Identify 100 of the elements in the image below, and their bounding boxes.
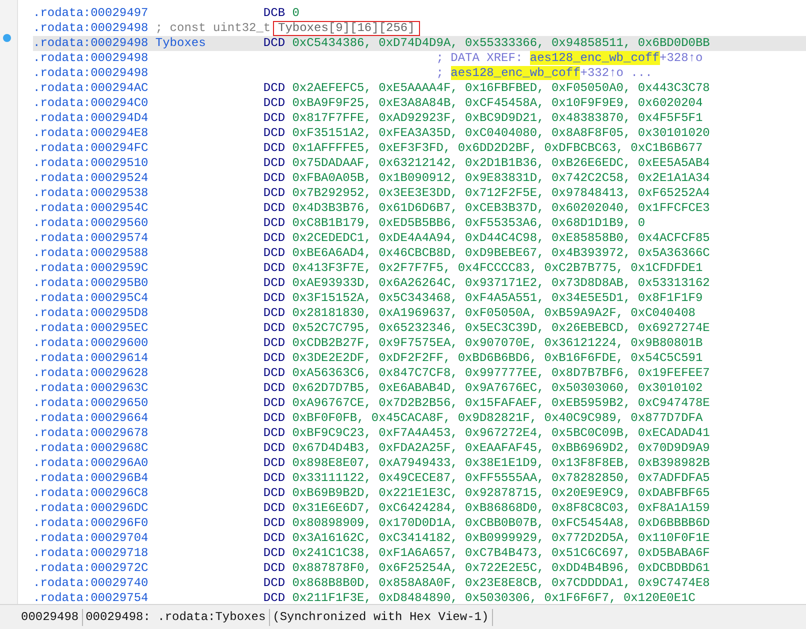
directive: DCD [263,156,286,171]
directive: DCD [263,276,286,291]
xref-link[interactable]: aes128_enc_wb_coff [450,66,580,80]
operand-values: 0xC8B1B179, 0xED5B5BB6, 0xF55353A6, 0x68D1D1B9, 0 [292,216,646,230]
operand-values: 0xF35151A2, 0xFEA3A35D, 0xC0404080, 0x8A8F8F05, 0x30101020 [292,126,710,140]
status-field: 00029498: .rodata:Tyboxes [82,608,270,626]
directive: DCD [263,561,286,576]
address: .rodata:000294FC [33,141,150,156]
operand-values: 0x75DADAAF, 0x63212142, 0x2D1B1B36, 0xB26E6EDC, 0xEE5A5AB4 [292,156,710,170]
directive: DCD [263,96,286,111]
comment: ; const uint32_t [155,21,271,35]
directive: DCB [263,6,286,21]
address: .rodata:00029754 [33,591,150,604]
operand-values: 0x7B292952, 0x3EE3E3DD, 0x712F2F5E, 0x97848413, 0xF65252A4 [292,186,710,200]
operand-values: 0x3A16162C, 0xC3414182, 0xB0999929, 0x772D2D5A, 0x110F0F1E [292,531,710,545]
address: .rodata:00029614 [33,351,150,366]
directive: DCD [263,81,286,96]
address: .rodata:000295EC [33,321,150,336]
operand-values: 0xA56363C6, 0x847C7CF8, 0x997777EE, 0x8D7B7BF6, 0x19FEFEE7 [292,366,710,380]
address: .rodata:000294AC [33,81,150,96]
directive: DCD [263,366,286,381]
directive: DCD [263,261,286,276]
directive: DCD [263,546,286,561]
directive: DCD [263,171,286,186]
directive: DCD [263,516,286,531]
address: .rodata:00029524 [33,171,150,186]
operand-values: 0xBE6A6AD4, 0x46CBCB8D, 0xD9BEBE67, 0x4B393972, 0x5A36366C [292,246,710,260]
operand-values: 0xCDB2B27F, 0x9F7575EA, 0x907070E, 0x36121224, 0x9B80801B [292,336,703,350]
address: .rodata:00029628 [33,366,150,381]
directive: DCD [263,381,286,396]
address: .rodata:00029678 [33,426,150,441]
address: .rodata:00029704 [33,531,150,546]
tooltip: Tyboxes[9][16][256] [273,21,420,36]
address: .rodata:000294D4 [33,111,150,126]
address: .rodata:00029574 [33,231,150,246]
directive: DCD [263,201,286,216]
xref-link[interactable]: aes128_enc_wb_coff [530,51,660,65]
address: .rodata:00029510 [33,156,150,171]
address: .rodata:00029560 [33,216,150,231]
operand-values: 0x4D3B3B76, 0x61D6D6B7, 0xCEB3B37D, 0x60202040, 0x1FFCFCE3 [292,201,710,215]
operand-values: 0x2CEDEDC1, 0xDE4A4A94, 0xD44C4C98, 0xE85858B0, 0x4ACFCF85 [292,231,710,245]
directive: DCD [263,576,286,591]
directive: DCD [263,336,286,351]
address: .rodata:00029740 [33,576,150,591]
address: .rodata:00029498 [33,66,150,81]
operand-values: 0x898E8E07, 0xA7949433, 0x38E1E1D9, 0x13F8F8EB, 0xB398982B [292,456,710,470]
directive: DCD [263,111,286,126]
operand-values: 0xA96767CE, 0x7D2B2B56, 0x15FAFAEF, 0xEB5959B2, 0xC947478E [292,396,710,410]
directive: DCD [263,441,286,456]
address: .rodata:000295D8 [33,306,150,321]
address: .rodata:0002963C [33,381,150,396]
operand-values: 0xBF9C9C23, 0xF7A4A453, 0x967272E4, 0x5BC0C09B, 0xECADAD41 [292,426,710,440]
directive: DCD [263,36,286,51]
address: .rodata:00029538 [33,186,150,201]
address: .rodata:000294E8 [33,126,150,141]
directive: DCD [263,351,286,366]
address: .rodata:00029588 [33,246,150,261]
address: .rodata:00029718 [33,546,150,561]
operand-values: 0x413F3F7E, 0x2F7F7F5, 0x4FCCCC83, 0xC2B7B775, 0x1CFDFDE1 [292,261,703,275]
address: .rodata:000295C4 [33,291,150,306]
address: .rodata:00029498 [33,36,150,51]
operand-values: 0xBA9F9F25, 0xE3A8A84B, 0xCF45458A, 0x10F9F9E9, 0x6020204 [292,96,703,110]
address: .rodata:0002972C [33,561,150,576]
address: .rodata:0002954C [33,201,150,216]
status-field: (Synchronized with Hex View-1) [270,608,493,626]
directive: DCD [263,411,286,426]
address: .rodata:00029600 [33,336,150,351]
operand-values: 0x80898909, 0x170D0D1A, 0xCBB0B07B, 0xFC5454A8, 0xD6BBBB6D [292,516,710,530]
directive: DCD [263,456,286,471]
address: .rodata:000296B4 [33,471,150,486]
operand-values: 0x887878F0, 0x6F25254A, 0x722E2E5C, 0xDD4B4B96, 0xDCBDBD61 [292,561,710,575]
address: .rodata:00029497 [33,6,150,21]
directive: DCD [263,531,286,546]
operand-values: 0xC5434386, 0xD74D4D9A, 0x55333366, 0x94858511, 0x6BD0D0BB [292,36,710,50]
address: .rodata:000296C8 [33,486,150,501]
operand-values: 0x2AEFEFC5, 0xE5AAAA4F, 0x16FBFBED, 0xF05050A0, 0x443C3C78 [292,81,710,95]
operand-values: 0x31E6E6D7, 0xC6424284, 0xB86868D0, 0x8F8C8C03, 0xF8A1A159 [292,501,710,515]
directive: DCD [263,126,286,141]
directive: DCD [263,291,286,306]
directive: DCD [263,246,286,261]
address: .rodata:00029498 [33,21,150,36]
operand-values: 0x33111122, 0x49CECE87, 0xFF5555AA, 0x78282850, 0x7ADFDFA5 [292,471,710,485]
directive: DCD [263,396,286,411]
label-name[interactable]: Tyboxes [155,36,264,51]
xref-comment: ; DATA XREF: aes128_enc_wb_coff+328↑o [436,51,703,65]
directive: DCD [263,216,286,231]
address: .rodata:00029498 [33,51,150,66]
address: .rodata:00029650 [33,396,150,411]
operand-values: 0x3DE2E2DF, 0xDF2F2FF, 0xBD6B6BD6, 0xB16F6FDE, 0x54C5C591 [292,351,703,365]
address: .rodata:000295B0 [33,276,150,291]
operand-values: 0xB69B9B2D, 0x221E1E3C, 0x92878715, 0x20E9E9C9, 0xDABFBF65 [292,486,710,500]
address: .rodata:000296DC [33,501,150,516]
operand-values: 0x62D7D7B5, 0xE6ABAB4D, 0x9A7676EC, 0x50303060, 0x3010102 [292,381,703,395]
operand-values: 0x52C7C795, 0x65232346, 0x5EC3C39D, 0x26EBEBCD, 0x6927274E [292,321,710,335]
address: .rodata:000296A0 [33,456,150,471]
operand-values: 0x28181830, 0xA1969637, 0xF05050A, 0xB59A9A2F, 0xC040408 [292,306,696,320]
address: .rodata:0002959C [33,261,150,276]
directive: DCD [263,231,286,246]
directive: DCD [263,591,286,604]
operand-values: 0x3F15152A, 0x5C343468, 0xF4A5A551, 0x34E5E5D1, 0x8F1F1F9 [292,291,703,305]
